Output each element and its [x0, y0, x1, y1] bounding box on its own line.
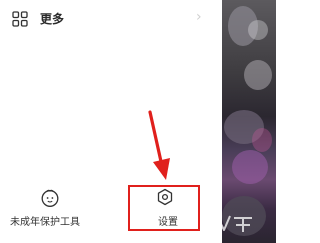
chevron-right-icon: › — [196, 9, 202, 25]
red-arrow-annotation — [148, 110, 170, 180]
minor-protection-icon — [41, 189, 59, 207]
minor-protection-button[interactable]: 未成年保护工具 — [6, 186, 90, 236]
minor-protection-label: 未成年保护工具 — [10, 217, 80, 228]
more-row[interactable]: 更多 › — [0, 0, 222, 42]
grid-icon — [12, 11, 28, 27]
settings-highlight-box — [128, 185, 200, 231]
background-video-content — [222, 0, 276, 243]
watermark-logo — [205, 215, 252, 232]
more-label: 更多 — [40, 12, 65, 26]
screen: 更多 › 未成年保护工具 设置 — [0, 0, 276, 243]
